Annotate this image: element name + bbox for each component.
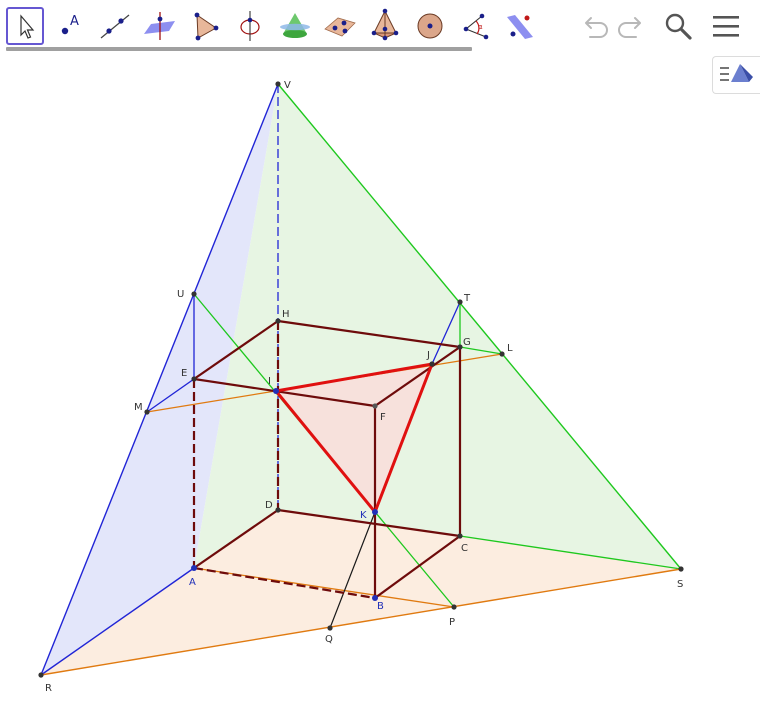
- label-f: F: [380, 412, 386, 423]
- label-q: Q: [325, 634, 333, 645]
- tool-perpendicular-line[interactable]: [141, 7, 179, 45]
- point-tool-glyph: A: [70, 14, 79, 29]
- point-p[interactable]: [451, 604, 457, 610]
- undo-button[interactable]: [578, 10, 612, 44]
- point-t[interactable]: [457, 299, 463, 305]
- move-arrow-icon: [20, 14, 35, 39]
- tool-sphere[interactable]: [411, 7, 449, 45]
- tool-line[interactable]: [96, 7, 134, 45]
- intersect-surfaces-icon: [280, 13, 310, 38]
- redo-button[interactable]: [614, 10, 648, 44]
- label-r: R: [45, 683, 52, 694]
- reflect-plane-icon: [507, 15, 533, 39]
- point-u[interactable]: [191, 291, 197, 297]
- point-g[interactable]: [457, 344, 463, 350]
- point-j[interactable]: [429, 361, 435, 367]
- circle-axis-icon: [240, 11, 260, 41]
- label-e: E: [181, 368, 187, 379]
- tool-reflect-plane[interactable]: [501, 7, 539, 45]
- toolbar: A α: [0, 0, 760, 52]
- point-f[interactable]: [372, 403, 378, 409]
- point-v[interactable]: [275, 81, 281, 87]
- label-p: P: [449, 617, 455, 628]
- point-r[interactable]: [38, 672, 44, 678]
- label-v: V: [284, 80, 291, 91]
- label-j: J: [426, 350, 430, 361]
- point-i[interactable]: [273, 388, 279, 394]
- point-c[interactable]: [457, 533, 463, 539]
- label-b: B: [377, 601, 384, 612]
- tool-move[interactable]: [6, 7, 44, 45]
- tool-plane-three-points[interactable]: [321, 7, 359, 45]
- perpendicular-line-icon: [144, 12, 175, 40]
- menu-icon: [713, 16, 739, 37]
- label-g: G: [463, 337, 471, 348]
- point-q[interactable]: [327, 625, 333, 631]
- angle-icon: α: [463, 13, 489, 40]
- label-k: K: [360, 510, 367, 521]
- point-m[interactable]: [144, 409, 150, 415]
- label-i: I: [268, 376, 271, 387]
- search-icon: [665, 13, 692, 40]
- point-e[interactable]: [191, 376, 197, 382]
- redo-icon: [618, 17, 641, 38]
- tool-angle[interactable]: α: [456, 7, 494, 45]
- point-s[interactable]: [678, 566, 684, 572]
- main-menu-button[interactable]: [710, 10, 744, 44]
- plane-three-points-icon: [324, 17, 356, 37]
- toolbar-scrollbar[interactable]: [6, 47, 472, 51]
- undo-icon: [585, 17, 608, 38]
- tool-point[interactable]: A: [51, 7, 89, 45]
- sphere-icon: [417, 13, 443, 39]
- point-k[interactable]: [372, 509, 378, 515]
- graphics-3d-view[interactable]: V U M E H I T J G L F D K C A B P Q S R: [0, 52, 760, 720]
- tool-polygon[interactable]: [186, 7, 224, 45]
- svg-text:α: α: [478, 23, 483, 31]
- label-d: D: [265, 500, 273, 511]
- label-t: T: [463, 293, 471, 304]
- tool-pyramid[interactable]: [366, 7, 404, 45]
- point-h[interactable]: [275, 318, 281, 324]
- pyramid-icon: [371, 8, 399, 41]
- tool-circle-axis[interactable]: [231, 7, 269, 45]
- label-a: A: [189, 577, 196, 588]
- search-button[interactable]: [662, 10, 696, 44]
- tool-intersect-surfaces[interactable]: [276, 7, 314, 45]
- point-a[interactable]: [191, 565, 197, 571]
- point-icon: A: [61, 14, 79, 35]
- label-h: H: [282, 309, 290, 320]
- line-icon: [100, 14, 130, 39]
- label-c: C: [461, 543, 468, 554]
- point-l[interactable]: [499, 351, 505, 357]
- label-m: M: [134, 402, 143, 413]
- label-u: U: [177, 289, 184, 300]
- point-d[interactable]: [275, 507, 281, 513]
- label-s: S: [677, 579, 683, 590]
- label-l: L: [507, 343, 513, 354]
- polygon-icon: [194, 12, 219, 41]
